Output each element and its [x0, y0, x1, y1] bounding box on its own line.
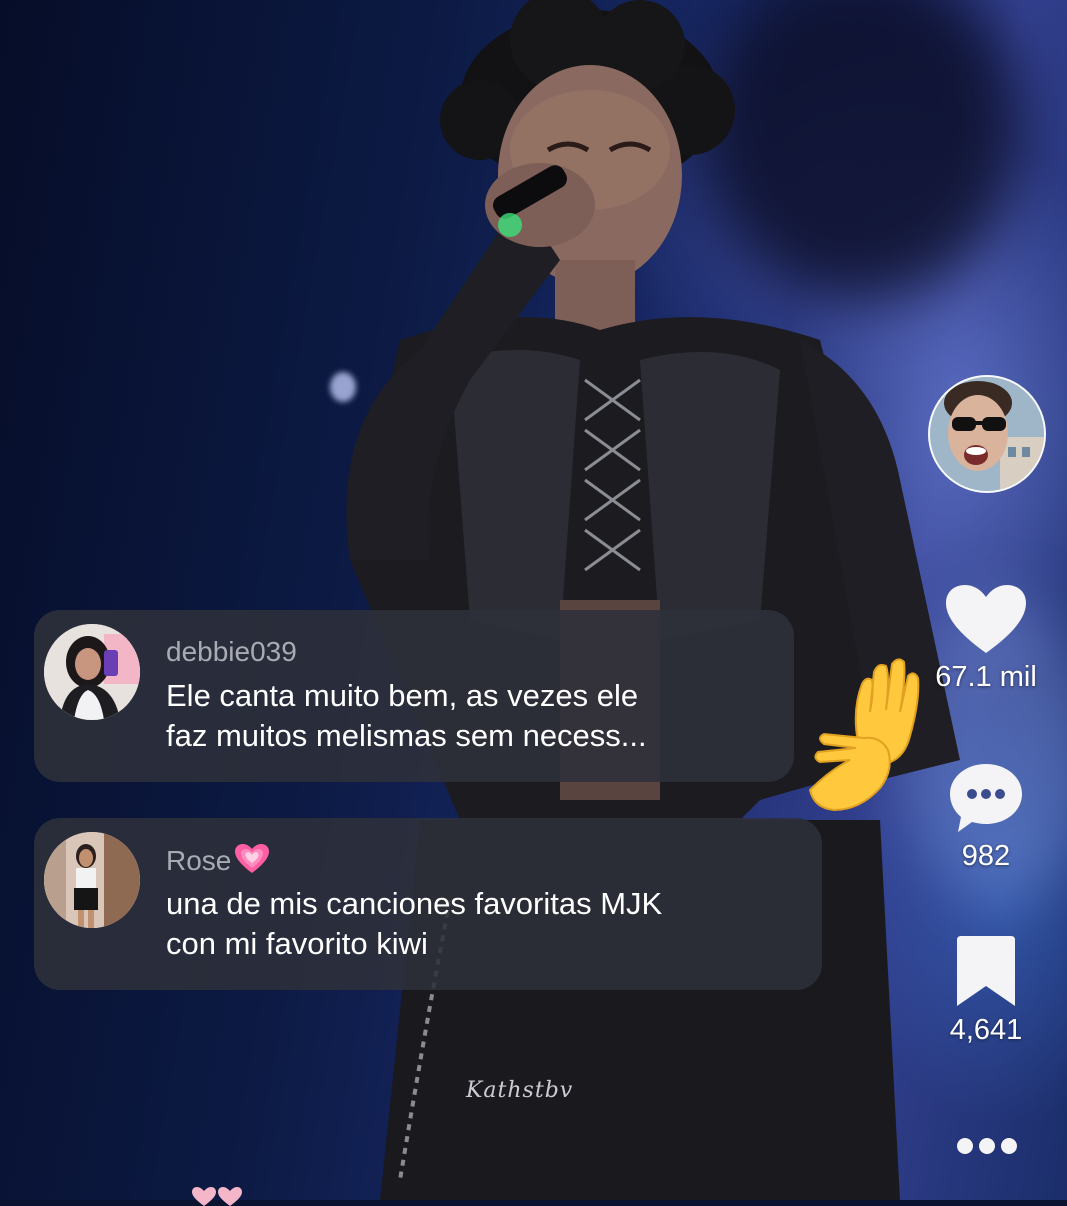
save-button[interactable]: 4,641: [918, 936, 1054, 1047]
performer-figure: [346, 0, 960, 1200]
comment-text: una de mis canciones favoritas MJK con m…: [166, 886, 663, 961]
comment-card[interactable]: Rose una de mis canciones favoritas MJK …: [34, 818, 822, 990]
video-frame[interactable]: Kathstbv: [0, 0, 1067, 1200]
bookmark-icon: [957, 936, 1015, 1006]
creator-avatar[interactable]: [928, 375, 1046, 493]
save-count: 4,641: [949, 1014, 1023, 1046]
heart-icon: [946, 585, 1026, 653]
comment-username[interactable]: debbie039: [166, 636, 297, 668]
comment-username[interactable]: Rose: [166, 844, 270, 881]
comment-card[interactable]: debbie039 Ele canta muito bem, as vezes …: [34, 610, 794, 782]
comment-text: Ele canta muito bem, as vezes ele faz mu…: [166, 678, 647, 753]
comment-username-text: Rose: [166, 844, 232, 876]
like-count: 67.1 mil: [935, 661, 1037, 693]
commenter-avatar[interactable]: [44, 624, 140, 720]
more-dots-icon: [957, 1138, 1017, 1154]
commenter-avatar[interactable]: [44, 832, 140, 928]
comment-count: 982: [961, 840, 1011, 872]
pink-heart-sticker: [192, 1187, 242, 1206]
comment-bubble-icon: [950, 764, 1022, 832]
waving-hands-icon: [808, 658, 920, 812]
more-options-button[interactable]: [940, 1128, 1034, 1164]
like-button[interactable]: 67.1 mil: [918, 585, 1054, 694]
growing-heart-icon: [235, 844, 270, 881]
video-watermark: Kathstbv: [466, 1078, 574, 1103]
comments-button[interactable]: 982: [918, 762, 1054, 873]
